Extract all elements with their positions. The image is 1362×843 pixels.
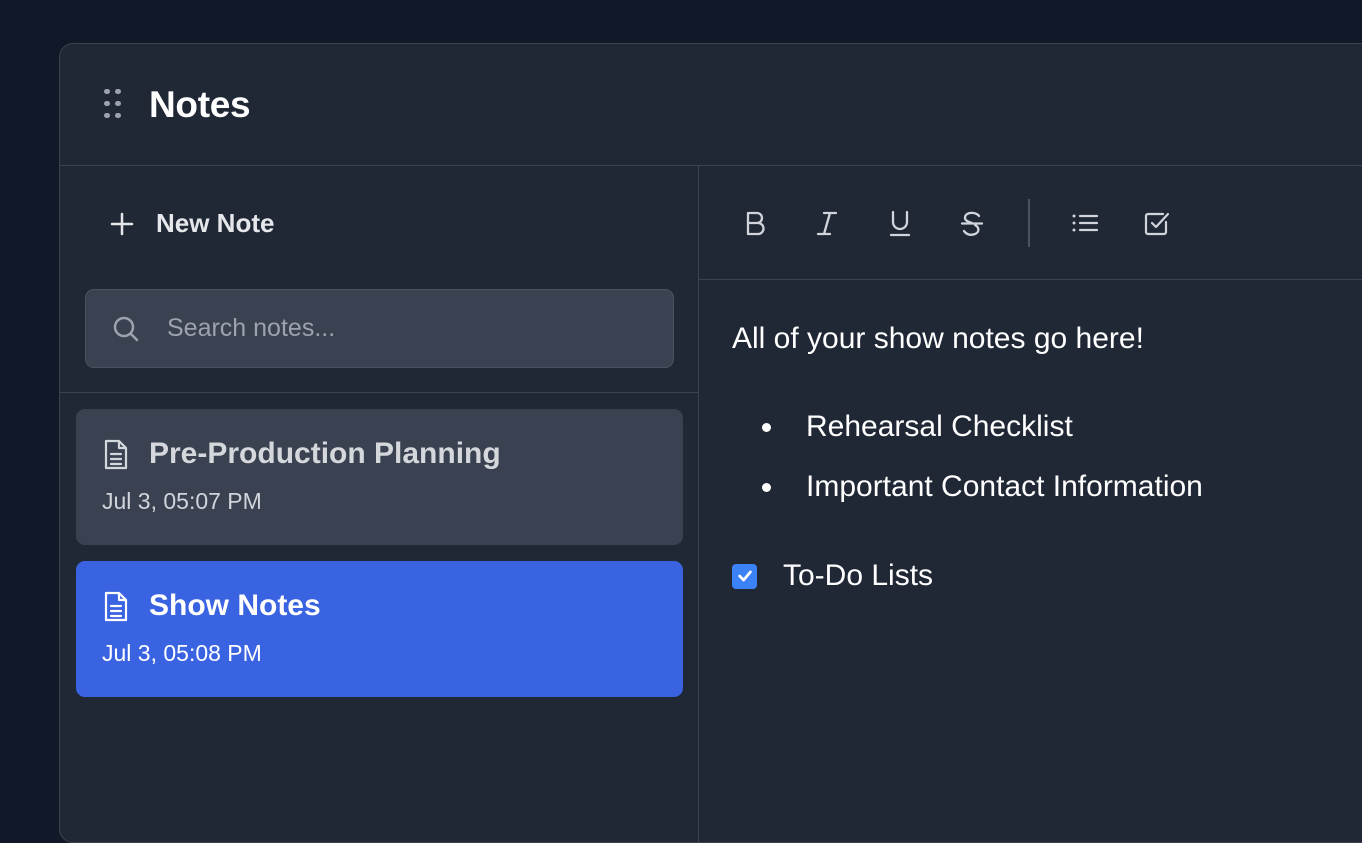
checkbox-list-icon	[1144, 212, 1170, 236]
checklist-button[interactable]	[1142, 206, 1172, 240]
note-list: Pre-Production Planning Jul 3, 05:07 PM …	[76, 409, 683, 713]
note-intro-text: All of your show notes go here!	[732, 322, 1144, 355]
formatting-toolbar	[699, 166, 1362, 280]
document-icon	[104, 439, 128, 469]
note-date: Jul 3, 05:07 PM	[102, 488, 262, 514]
note-editor: All of your show notes go here! Rehearsa…	[699, 166, 1362, 842]
underline-button[interactable]	[885, 206, 915, 240]
underline-icon	[889, 210, 911, 237]
todo-checkbox[interactable]	[732, 563, 757, 589]
todo-text: To-Do Lists	[783, 559, 934, 592]
note-content[interactable]: All of your show notes go here! Rehearsa…	[732, 322, 1352, 593]
search-box	[85, 289, 674, 368]
bullet-list-icon	[1072, 214, 1099, 232]
toolbar-separator	[1028, 199, 1030, 247]
plus-icon	[110, 212, 134, 235]
bullet-list: Rehearsal Checklist Important Contact In…	[732, 397, 1352, 517]
bullet-dot	[762, 482, 771, 492]
search-input[interactable]	[167, 314, 647, 343]
strikethrough-icon	[960, 211, 984, 236]
note-list-item[interactable]: Show Notes Jul 3, 05:08 PM	[76, 561, 683, 697]
checkmark-icon	[737, 570, 752, 582]
new-note-button[interactable]: New Note	[108, 208, 274, 239]
strikethrough-button[interactable]	[957, 206, 987, 240]
sidebar-divider	[60, 392, 699, 393]
note-date: Jul 3, 05:08 PM	[102, 640, 262, 666]
notes-window: Notes New Note Search notes... Pre-Produ…	[59, 43, 1362, 843]
italic-icon	[816, 211, 838, 236]
notes-header: Notes	[60, 44, 1362, 166]
note-title: Show Notes	[149, 589, 321, 622]
page-title: Notes	[149, 83, 251, 125]
note-title: Pre-Production Planning	[149, 437, 501, 470]
todo-item: To-Do Lists	[732, 559, 1352, 593]
search-icon	[113, 316, 139, 341]
bullet-item: Rehearsal Checklist	[762, 397, 1352, 457]
bullet-item: Important Contact Information	[762, 457, 1352, 517]
note-list-item[interactable]: Pre-Production Planning Jul 3, 05:07 PM	[76, 409, 683, 545]
new-note-label: New Note	[156, 208, 275, 238]
document-icon	[104, 591, 128, 621]
drag-handle-icon[interactable]	[104, 88, 122, 121]
bullet-text: Rehearsal Checklist	[806, 410, 1073, 443]
bullet-dot	[762, 422, 771, 432]
bullet-text: Important Contact Information	[806, 470, 1203, 503]
italic-button[interactable]	[812, 206, 842, 240]
notes-sidebar: New Note P	[60, 166, 699, 842]
bullet-list-button[interactable]	[1070, 206, 1100, 240]
bold-icon	[746, 211, 765, 236]
bold-button[interactable]	[740, 206, 770, 240]
